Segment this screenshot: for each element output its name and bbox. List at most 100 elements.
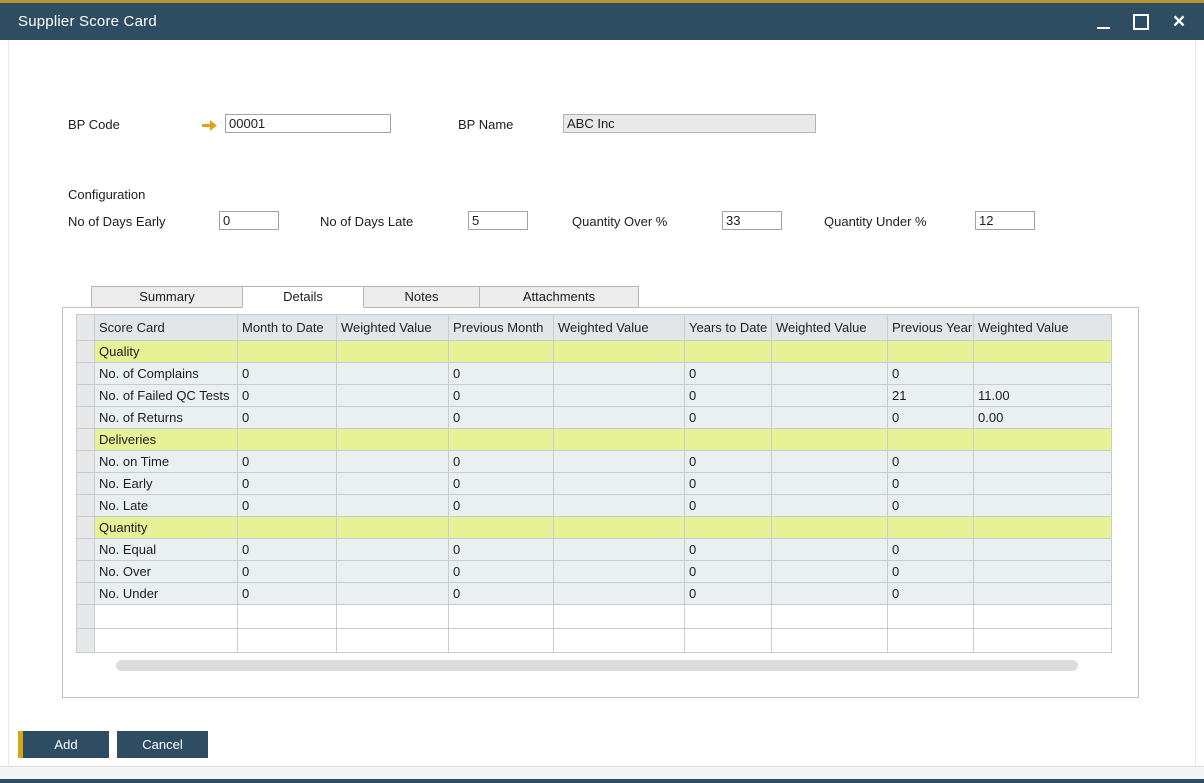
table-cell[interactable] bbox=[772, 363, 888, 385]
table-cell[interactable] bbox=[554, 473, 685, 495]
table-cell[interactable] bbox=[554, 451, 685, 473]
table-cell[interactable] bbox=[974, 629, 1112, 653]
table-cell[interactable]: 0 bbox=[888, 473, 974, 495]
column-header[interactable]: Weighted Value bbox=[554, 315, 685, 341]
table-cell[interactable] bbox=[337, 341, 449, 363]
tab-notes[interactable]: Notes bbox=[363, 286, 480, 308]
maximize-button[interactable] bbox=[1132, 10, 1150, 34]
table-cell[interactable] bbox=[554, 385, 685, 407]
table-cell[interactable]: 0 bbox=[449, 473, 554, 495]
table-cell[interactable]: 0 bbox=[449, 495, 554, 517]
table-cell[interactable] bbox=[685, 605, 772, 629]
column-header[interactable]: Previous Year bbox=[888, 315, 974, 341]
table-cell[interactable]: No. Equal bbox=[95, 539, 238, 561]
table-cell[interactable] bbox=[772, 561, 888, 583]
table-cell[interactable] bbox=[337, 473, 449, 495]
table-cell[interactable]: 0 bbox=[238, 451, 337, 473]
table-cell[interactable] bbox=[772, 473, 888, 495]
table-cell[interactable] bbox=[337, 385, 449, 407]
table-cell[interactable] bbox=[974, 561, 1112, 583]
column-header[interactable]: Month to Date bbox=[238, 315, 337, 341]
table-cell[interactable] bbox=[772, 583, 888, 605]
table-cell[interactable]: 0 bbox=[449, 451, 554, 473]
row-selector-cell[interactable] bbox=[77, 583, 95, 605]
table-cell[interactable] bbox=[337, 561, 449, 583]
table-cell[interactable] bbox=[554, 583, 685, 605]
table-cell[interactable]: No. Late bbox=[95, 495, 238, 517]
table-cell[interactable] bbox=[772, 451, 888, 473]
table-cell[interactable] bbox=[974, 341, 1112, 363]
table-cell[interactable] bbox=[238, 429, 337, 451]
table-cell[interactable]: 0 bbox=[449, 385, 554, 407]
table-cell[interactable]: 0 bbox=[685, 407, 772, 429]
table-cell[interactable]: Deliveries bbox=[95, 429, 238, 451]
table-cell[interactable]: 0 bbox=[888, 363, 974, 385]
table-cell[interactable]: 0 bbox=[888, 495, 974, 517]
table-cell[interactable] bbox=[554, 629, 685, 653]
tab-summary[interactable]: Summary bbox=[91, 286, 243, 308]
table-cell[interactable] bbox=[772, 385, 888, 407]
table-cell[interactable] bbox=[974, 583, 1112, 605]
table-cell[interactable] bbox=[772, 629, 888, 653]
table-cell[interactable] bbox=[337, 629, 449, 653]
table-cell[interactable]: No. Early bbox=[95, 473, 238, 495]
table-cell[interactable] bbox=[95, 605, 238, 629]
table-cell[interactable]: 0 bbox=[238, 473, 337, 495]
table-cell[interactable]: 0 bbox=[238, 583, 337, 605]
table-cell[interactable]: 0 bbox=[449, 363, 554, 385]
table-cell[interactable] bbox=[974, 363, 1112, 385]
table-cell[interactable] bbox=[554, 539, 685, 561]
table-cell[interactable] bbox=[554, 517, 685, 539]
table-cell[interactable] bbox=[337, 407, 449, 429]
table-cell[interactable] bbox=[337, 605, 449, 629]
table-cell[interactable]: 0 bbox=[888, 451, 974, 473]
column-header[interactable]: Years to Date bbox=[685, 315, 772, 341]
add-button[interactable]: Add bbox=[18, 731, 109, 758]
table-cell[interactable]: 0 bbox=[685, 451, 772, 473]
table-cell[interactable] bbox=[449, 517, 554, 539]
table-cell[interactable] bbox=[888, 341, 974, 363]
table-cell[interactable] bbox=[554, 495, 685, 517]
table-cell[interactable] bbox=[772, 539, 888, 561]
table-cell[interactable] bbox=[772, 495, 888, 517]
table-cell[interactable]: 0 bbox=[685, 363, 772, 385]
minimize-button[interactable] bbox=[1094, 10, 1112, 34]
table-cell[interactable] bbox=[238, 629, 337, 653]
column-header[interactable]: Weighted Value bbox=[974, 315, 1112, 341]
table-cell[interactable]: No. Over bbox=[95, 561, 238, 583]
table-cell[interactable] bbox=[974, 539, 1112, 561]
table-cell[interactable]: 0 bbox=[238, 561, 337, 583]
table-cell[interactable] bbox=[685, 517, 772, 539]
table-cell[interactable]: 0 bbox=[238, 407, 337, 429]
row-selector-cell[interactable] bbox=[77, 473, 95, 495]
table-cell[interactable] bbox=[449, 341, 554, 363]
config-input-2[interactable] bbox=[722, 211, 782, 230]
table-cell[interactable] bbox=[685, 629, 772, 653]
row-selector-cell[interactable] bbox=[77, 539, 95, 561]
row-selector-cell[interactable] bbox=[77, 363, 95, 385]
table-cell[interactable] bbox=[449, 629, 554, 653]
table-cell[interactable]: 0 bbox=[685, 539, 772, 561]
table-cell[interactable] bbox=[974, 495, 1112, 517]
table-cell[interactable] bbox=[337, 583, 449, 605]
table-cell[interactable] bbox=[449, 605, 554, 629]
table-cell[interactable]: Quantity bbox=[95, 517, 238, 539]
table-cell[interactable] bbox=[238, 605, 337, 629]
table-cell[interactable] bbox=[772, 605, 888, 629]
table-cell[interactable]: No. of Failed QC Tests bbox=[95, 385, 238, 407]
table-cell[interactable]: No. on Time bbox=[95, 451, 238, 473]
table-cell[interactable]: 0.00 bbox=[974, 407, 1112, 429]
tab-attachments[interactable]: Attachments bbox=[479, 286, 639, 308]
table-cell[interactable] bbox=[888, 605, 974, 629]
table-cell[interactable]: 0 bbox=[238, 385, 337, 407]
table-cell[interactable] bbox=[685, 341, 772, 363]
table-cell[interactable] bbox=[974, 451, 1112, 473]
row-selector-cell[interactable] bbox=[77, 385, 95, 407]
table-cell[interactable]: No. of Returns bbox=[95, 407, 238, 429]
table-cell[interactable] bbox=[337, 429, 449, 451]
row-selector-cell[interactable] bbox=[77, 451, 95, 473]
table-cell[interactable] bbox=[888, 429, 974, 451]
table-cell[interactable] bbox=[238, 341, 337, 363]
close-button[interactable]: × bbox=[1170, 10, 1188, 34]
column-header[interactable]: Weighted Value bbox=[337, 315, 449, 341]
